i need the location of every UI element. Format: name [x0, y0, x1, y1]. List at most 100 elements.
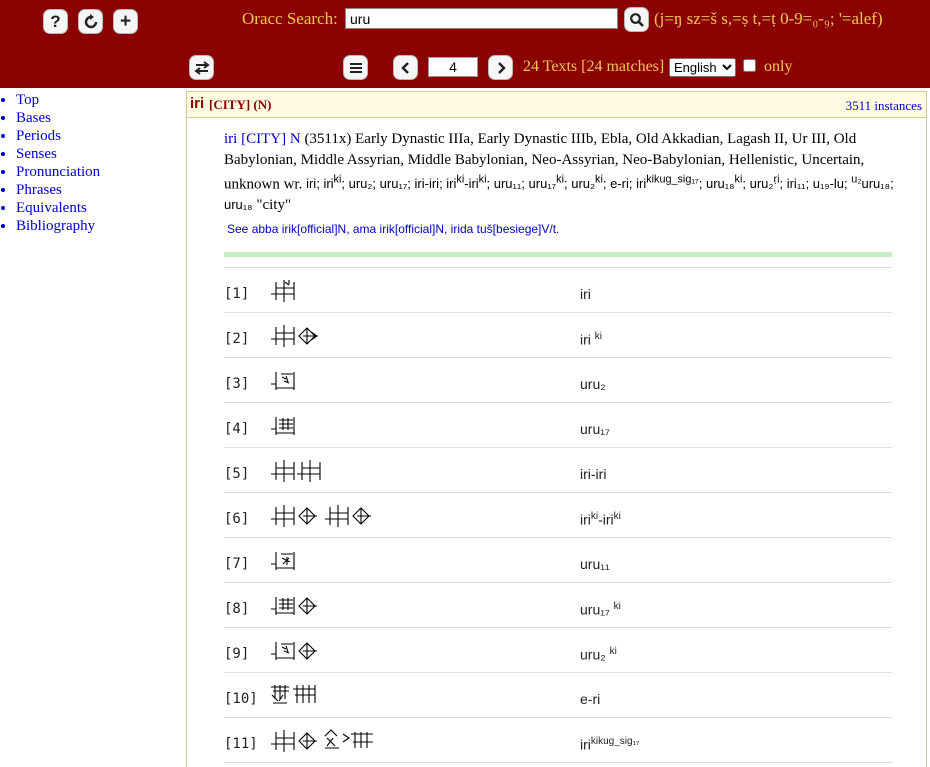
form-sup: ki — [478, 174, 487, 186]
help-icon: ? — [50, 11, 61, 31]
row-number: [4] — [224, 421, 250, 437]
search-label: Oracc Search: — [242, 9, 338, 28]
sidebar-link-bibliography[interactable]: Bibliography — [16, 218, 95, 234]
cuneiform-sign-uru2 — [271, 372, 295, 390]
search-hint: (j=ŋ sz=š s,=ṣ t,=ṭ 0-9=₀-₉; '=alef) — [654, 9, 883, 28]
reload-icon — [84, 13, 97, 28]
cuneiform-sign-uru17-ki — [271, 597, 317, 615]
search-input[interactable] — [345, 8, 618, 29]
row-number: [11] — [224, 736, 258, 752]
row-transliteration: uru₂ ki — [580, 646, 617, 663]
progress-bar — [224, 252, 892, 257]
form-row[interactable]: [9] uru₂ ki — [224, 628, 892, 673]
sidebar-link-senses[interactable]: Senses — [16, 146, 57, 162]
form-row[interactable]: [8] uru₁₇ ki — [224, 583, 892, 628]
entry-cf[interactable]: iri — [224, 131, 237, 147]
results-count: 24 Texts [24 matches] — [523, 58, 665, 75]
sidebar-link-top[interactable]: Top — [16, 92, 39, 108]
instances-link[interactable]: 3511 instances — [846, 98, 922, 114]
cuneiform-sign-uru17 — [271, 417, 295, 435]
add-icon: + — [119, 10, 132, 32]
header-bar: ? + Oracc Search: (j=ŋ sz=š s,=ṣ t,=ṭ 0-… — [0, 0, 930, 88]
row-transliteration: iriki-iriki — [580, 511, 621, 528]
row-transliteration: e-ri — [580, 691, 600, 707]
tr-sup: ki — [594, 331, 603, 342]
tr-text: -iri — [598, 511, 614, 528]
search-icon — [629, 12, 644, 27]
form-text: uru₂ — [749, 176, 774, 192]
add-button[interactable]: + — [113, 9, 138, 34]
form-row[interactable]: [4] uru₁₇ — [224, 403, 892, 448]
swap-button[interactable] — [189, 55, 214, 80]
form-row[interactable]: [1] iri — [224, 268, 892, 313]
form-row[interactable]: [7] uru₁₁ — [224, 538, 892, 583]
form-sup: ki — [556, 174, 564, 186]
row-transliteration: uru₁₁ — [580, 556, 610, 572]
sidebar-link-phrases[interactable]: Phrases — [16, 182, 62, 198]
search-button[interactable] — [624, 7, 649, 32]
tr-text: uru₁₁ — [580, 556, 610, 572]
sidebar-item-bases: Bases — [16, 109, 180, 127]
tr-text: uru₁₇ — [580, 601, 614, 618]
sidebar-link-periods[interactable]: Periods — [16, 128, 61, 144]
see-also-links[interactable]: abba irik[official]N, ama irik[official]… — [252, 222, 560, 236]
sidebar-item-senses: Senses — [16, 145, 180, 163]
form-row[interactable]: [3] uru₂ — [224, 358, 892, 403]
row-transliteration: uru₁₇ ki — [580, 601, 621, 618]
row-transliteration: iri-iri — [580, 466, 606, 482]
sidebar-item-pronunciation: Pronunciation — [16, 163, 180, 181]
form-text: -iri — [464, 176, 479, 192]
prev-page-button[interactable] — [393, 55, 418, 80]
chevron-left-icon — [400, 61, 409, 74]
help-button[interactable]: ? — [43, 9, 68, 34]
form-text: ; uru₂; uru₁₇; iri-iri; iri — [341, 176, 457, 192]
form-row[interactable]: [2] iri ki — [224, 313, 892, 358]
tr-sup: ki — [613, 601, 621, 612]
row-transliteration: iri — [580, 286, 591, 302]
menu-button[interactable] — [343, 55, 368, 80]
cuneiform-sign-iri-kikug-sig17 — [271, 729, 373, 752]
entry-gw: [CITY] — [241, 131, 287, 147]
row-number: [1] — [224, 286, 250, 302]
only-checkbox[interactable] — [743, 59, 756, 72]
next-page-button[interactable] — [488, 55, 513, 80]
swap-icon — [193, 60, 210, 75]
form-row[interactable]: [5] iri-iri — [224, 448, 892, 493]
cuneiform-sign-iri-ki-iri-ki — [271, 505, 371, 527]
see-also-label: See — [227, 222, 249, 236]
form-sup: u₂ — [851, 174, 862, 186]
sidebar-link-bases[interactable]: Bases — [16, 110, 51, 126]
tr-text: iri — [580, 286, 591, 302]
tr-sup: ki — [609, 646, 617, 657]
sidebar-item-phrases: Phrases — [16, 181, 180, 199]
sidebar-link-equivalents[interactable]: Equivalents — [16, 200, 87, 216]
row-number: [2] — [224, 331, 250, 347]
row-number: [7] — [224, 556, 250, 572]
form-text: ; e-ri; iri — [602, 176, 647, 192]
tr-text: iri — [580, 736, 591, 753]
sidebar-link-pronunciation[interactable]: Pronunciation — [16, 164, 100, 180]
form-row[interactable]: [10] e-ri — [224, 673, 892, 718]
reload-button[interactable] — [78, 9, 103, 34]
tr-text: uru₂ — [580, 646, 610, 663]
tr-sup: kikug_sig₁₇ — [590, 736, 640, 747]
form-row[interactable]: [11] irikikug_sig₁₇ — [224, 718, 892, 763]
form-sup: kikug_sig₁₇ — [646, 174, 699, 186]
cuneiform-sign-e-ri — [271, 685, 316, 704]
language-select[interactable]: English — [669, 58, 736, 77]
row-number: [5] — [224, 466, 250, 482]
row-number: [10] — [224, 691, 258, 707]
only-label: only — [764, 58, 793, 75]
form-text: ; uru₂ — [563, 176, 596, 192]
tr-text: iri — [580, 511, 591, 528]
sidebar: Top Bases Periods Senses Pronunciation P… — [0, 91, 180, 235]
row-transliteration: uru₁₇ — [580, 421, 610, 437]
page-number-input[interactable] — [428, 57, 478, 77]
form-text: iri — [323, 176, 334, 192]
cuneiform-sign-uru2-ki — [271, 642, 317, 660]
cuneiform-sign-uru11 — [271, 552, 295, 570]
see-also-line: See abba irik[official]N, ama irik[offic… — [227, 222, 559, 236]
form-row[interactable]: [6] iriki-iriki — [224, 493, 892, 538]
sidebar-item-equivalents: Equivalents — [16, 199, 180, 217]
form-text: iri; — [306, 176, 320, 192]
